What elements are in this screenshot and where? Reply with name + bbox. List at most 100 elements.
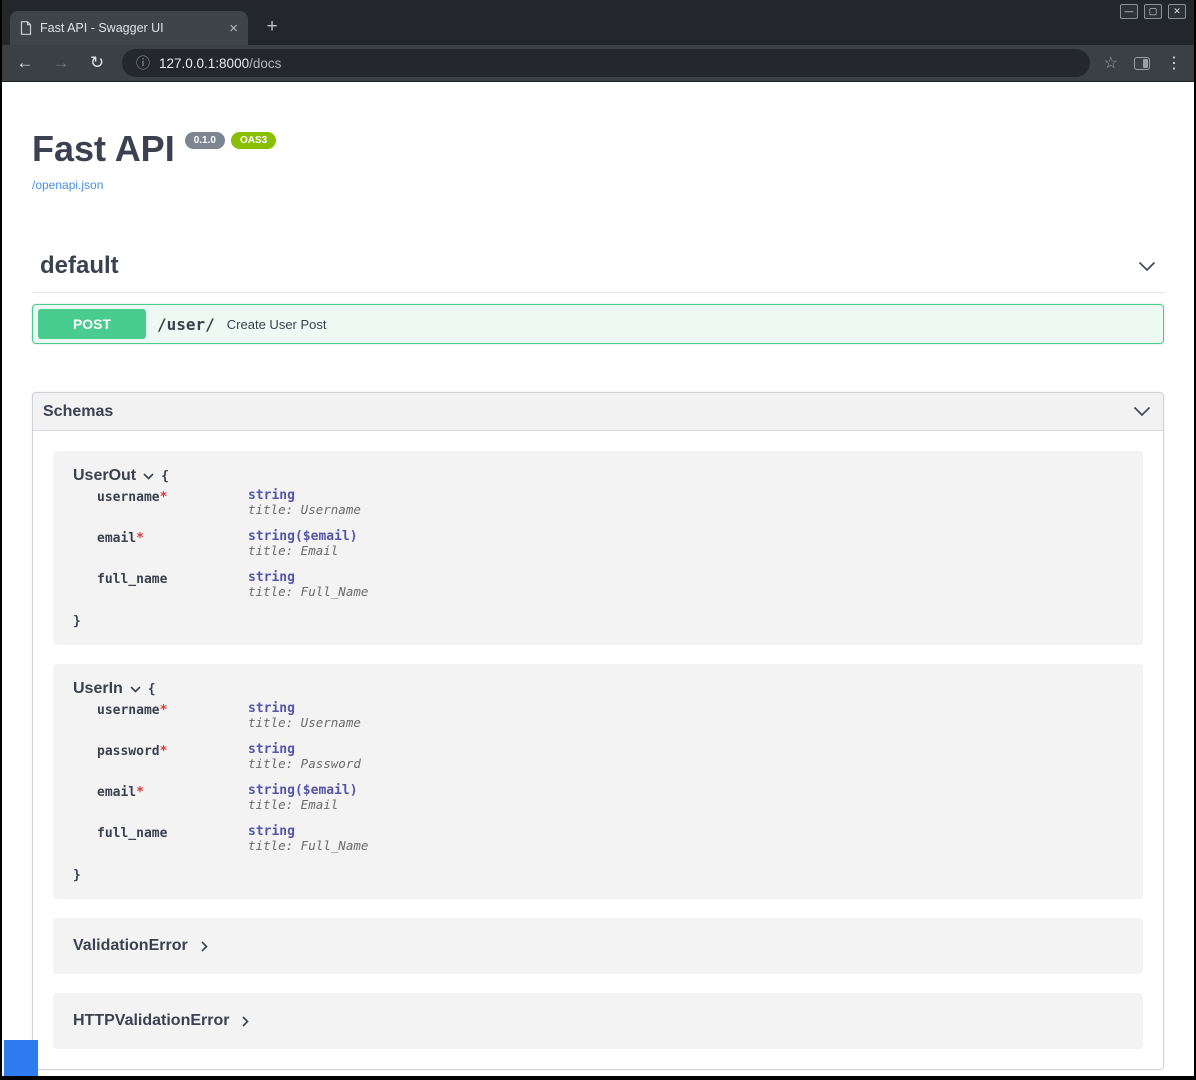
tab-strip: Fast API - Swagger UI × + — ▢ ✕ [2, 0, 1194, 45]
property-format: ($email) [295, 529, 358, 544]
window-controls: — ▢ ✕ [1120, 4, 1186, 19]
chevron-down-icon[interactable] [130, 686, 141, 693]
model-properties: username* string title: Username email* … [97, 489, 1123, 612]
property-type: string [248, 742, 295, 757]
back-icon[interactable]: ← [14, 53, 36, 73]
tab-close-icon[interactable]: × [229, 21, 238, 36]
chevron-down-icon[interactable] [1138, 261, 1156, 272]
property-type: string [248, 570, 295, 585]
schemas-body: UserOut { username* string title: Userna… [33, 431, 1163, 1069]
minimize-button[interactable]: — [1120, 4, 1138, 19]
property-desc: string title: Username [248, 489, 361, 530]
toolbar-right: ☆ ⋮ [1104, 53, 1182, 73]
property-type: string [248, 783, 295, 798]
schema-property: full_name string title: Full_Name [97, 825, 1123, 866]
address-bar[interactable]: ⓘ 127.0.0.1:8000/docs [122, 49, 1090, 77]
version-badge: 0.1.0 [185, 132, 225, 149]
property-title: title: Full_Name [248, 585, 368, 612]
property-desc: string($email) title: Email [248, 784, 358, 825]
schema-property: email* string($email) title: Email [97, 530, 1123, 571]
page-favicon-icon [20, 21, 32, 35]
property-title: title: Email [248, 798, 358, 825]
openapi-spec-link[interactable]: /openapi.json [32, 178, 1164, 192]
property-name: full_name [97, 825, 248, 866]
method-badge: POST [38, 309, 146, 339]
desktop-peek [4, 1040, 38, 1076]
swagger-page: Fast API0.1.0OAS3 /openapi.json default … [2, 82, 1194, 1080]
model-name: UserIn [73, 680, 123, 698]
property-name: email* [97, 530, 248, 571]
model-name: ValidationError [73, 937, 188, 955]
url-host: 127.0.0.1:8000 [159, 56, 249, 71]
model-userout: UserOut { username* string title: Userna… [53, 451, 1143, 645]
property-name: username* [97, 702, 248, 743]
model-validationerror-toggle[interactable]: ValidationError [73, 937, 1123, 955]
schemas-header[interactable]: Schemas [33, 393, 1163, 431]
model-httpvalidationerror: HTTPValidationError [53, 993, 1143, 1049]
property-name-text: full_name [97, 572, 167, 587]
property-title: title: Password [248, 757, 361, 784]
api-badges: 0.1.0 OAS3 [185, 132, 276, 149]
model-userin: UserIn { username* string title: Usernam… [53, 664, 1143, 899]
tag-section-default[interactable]: default [32, 244, 1164, 293]
browser-menu-icon[interactable]: ⋮ [1166, 53, 1182, 73]
schema-property: full_name string title: Full_Name [97, 571, 1123, 612]
property-type: string [248, 824, 295, 839]
property-type-line: string($email) [248, 784, 358, 798]
tag-name: default [40, 252, 119, 280]
opblock-post-user[interactable]: POST /user/ Create User Post [32, 304, 1164, 344]
chevron-down-icon[interactable] [1133, 406, 1151, 417]
operation-path: /user/ [157, 315, 215, 334]
property-title: title: Username [248, 716, 361, 743]
required-star: * [136, 531, 144, 546]
property-name-text: username [97, 703, 160, 718]
site-info-icon[interactable]: ⓘ [136, 53, 150, 73]
property-name-text: password [97, 744, 160, 759]
tab-swagger-ui[interactable]: Fast API - Swagger UI × [10, 11, 248, 45]
reload-icon[interactable]: ↻ [86, 53, 108, 73]
property-desc: string title: Full_Name [248, 825, 368, 866]
forward-icon[interactable]: → [50, 53, 72, 73]
required-star: * [160, 744, 168, 759]
property-desc: string title: Username [248, 702, 361, 743]
property-type-line: string($email) [248, 530, 358, 544]
property-type: string [248, 529, 295, 544]
property-type-line: string [248, 825, 368, 839]
browser-toolbar: ← → ↻ ⓘ 127.0.0.1:8000/docs ☆ ⋮ [2, 45, 1194, 82]
brace-close: } [73, 868, 1123, 883]
property-type: string [248, 701, 295, 716]
api-title: Fast API [32, 128, 175, 169]
property-type-line: string [248, 489, 361, 503]
chevron-down-icon[interactable] [143, 473, 154, 480]
schema-property: password* string title: Password [97, 743, 1123, 784]
brace-close: } [73, 614, 1123, 629]
property-desc: string title: Password [248, 743, 361, 784]
property-name-text: email [97, 531, 136, 546]
operation-summary: Create User Post [227, 317, 327, 332]
model-userin-toggle[interactable]: UserIn { [73, 680, 1123, 698]
model-name: HTTPValidationError [73, 1012, 229, 1030]
browser-panel-icon[interactable] [1134, 57, 1150, 70]
new-tab-button[interactable]: + [260, 15, 284, 39]
property-name: full_name [97, 571, 248, 612]
property-name: email* [97, 784, 248, 825]
model-validationerror: ValidationError [53, 918, 1143, 974]
window-bottom-edge [2, 1076, 1194, 1080]
model-userout-toggle[interactable]: UserOut { [73, 467, 1123, 485]
schema-property: username* string title: Username [97, 702, 1123, 743]
property-title: title: Full_Name [248, 839, 368, 866]
property-type-line: string [248, 702, 361, 716]
oas3-badge: OAS3 [231, 132, 276, 149]
schema-property: username* string title: Username [97, 489, 1123, 530]
chevron-right-icon[interactable] [201, 941, 208, 952]
model-httpvalidationerror-toggle[interactable]: HTTPValidationError [73, 1012, 1123, 1030]
close-button[interactable]: ✕ [1168, 4, 1186, 19]
brace-open: { [161, 469, 169, 484]
required-star: * [160, 490, 168, 505]
maximize-button[interactable]: ▢ [1144, 4, 1162, 19]
property-desc: string title: Full_Name [248, 571, 368, 612]
chevron-right-icon[interactable] [242, 1016, 249, 1027]
bookmark-star-icon[interactable]: ☆ [1104, 53, 1118, 73]
required-star: * [136, 785, 144, 800]
property-type: string [248, 488, 295, 503]
